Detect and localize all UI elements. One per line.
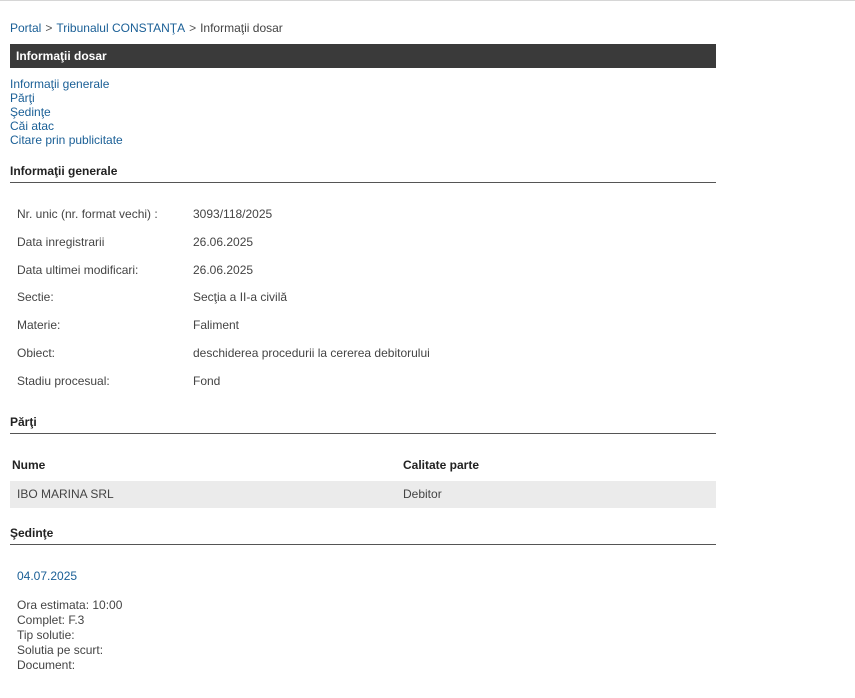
party-name: IBO MARINA SRL bbox=[17, 487, 114, 501]
sedinta-complet: Complet: F.3 bbox=[17, 613, 85, 627]
info-value: Secţia a II-a civilă bbox=[193, 290, 288, 305]
column-header-nume: Nume bbox=[12, 458, 46, 472]
section-heading-general-info: Informaţii generale bbox=[10, 164, 716, 183]
sedinta-document: Document: bbox=[17, 658, 76, 672]
info-value: 3093/118/2025 bbox=[193, 207, 273, 221]
section-heading-parti: Părţi bbox=[10, 415, 716, 434]
anchor-cai-atac[interactable]: Căi atac bbox=[10, 119, 54, 133]
section-heading-sedinte: Şedinţe bbox=[10, 526, 716, 545]
info-label: Obiect: bbox=[17, 345, 56, 360]
breadcrumb-court-link[interactable]: Tribunalul CONSTANŢA bbox=[56, 21, 185, 35]
info-label: Data inregistrarii bbox=[17, 234, 105, 249]
sedinta-details: Ora estimata: 10:00 Complet: F.3 Tip sol… bbox=[17, 598, 122, 673]
breadcrumb-portal-link[interactable]: Portal bbox=[10, 21, 41, 35]
breadcrumb-separator: > bbox=[45, 21, 53, 35]
page-title-bar: Informaţii dosar bbox=[10, 44, 716, 68]
info-label: Materie: bbox=[17, 318, 61, 333]
breadcrumb-current: Informaţii dosar bbox=[200, 21, 283, 35]
anchor-sedinte[interactable]: Şedinţe bbox=[10, 105, 51, 119]
info-value: 26.06.2025 bbox=[193, 262, 254, 277]
info-label: Nr. unic (nr. format vechi) : bbox=[17, 207, 158, 221]
breadcrumb: Portal > Tribunalul CONSTANŢA > Informaţii d… bbox=[10, 21, 283, 35]
table-row: IBO MARINA SRL Debitor bbox=[10, 481, 716, 508]
section-anchor-links: Informaţii generale Părţi Şedinţe Căi at… bbox=[10, 77, 123, 147]
info-value: Faliment bbox=[193, 318, 240, 333]
column-header-calitate: Calitate parte bbox=[403, 458, 480, 472]
info-label: Stadiu procesual: bbox=[17, 373, 110, 388]
sedinta-ora: Ora estimata: 10:00 bbox=[17, 598, 123, 612]
anchor-general-info[interactable]: Informaţii generale bbox=[10, 77, 109, 91]
sedinta-tip-solutie: Tip solutie: bbox=[17, 628, 75, 642]
sedinta-date-link[interactable]: 04.07.2025 bbox=[17, 569, 77, 583]
info-value: Fond bbox=[193, 373, 221, 388]
info-value: 26.06.2025 bbox=[193, 234, 254, 249]
info-value: deschiderea procedurii la cererea debito… bbox=[193, 345, 430, 360]
breadcrumb-separator: > bbox=[189, 21, 197, 35]
anchor-citare-publicitate[interactable]: Citare prin publicitate bbox=[10, 133, 123, 147]
info-label: Data ultimei modificari: bbox=[17, 262, 139, 277]
party-role: Debitor bbox=[403, 487, 442, 501]
info-label: Sectie: bbox=[17, 290, 54, 305]
parti-table-header: Nume Calitate parte bbox=[10, 452, 716, 479]
anchor-parti[interactable]: Părţi bbox=[10, 91, 35, 105]
sedinta-solutia: Solutia pe scurt: bbox=[17, 643, 104, 657]
